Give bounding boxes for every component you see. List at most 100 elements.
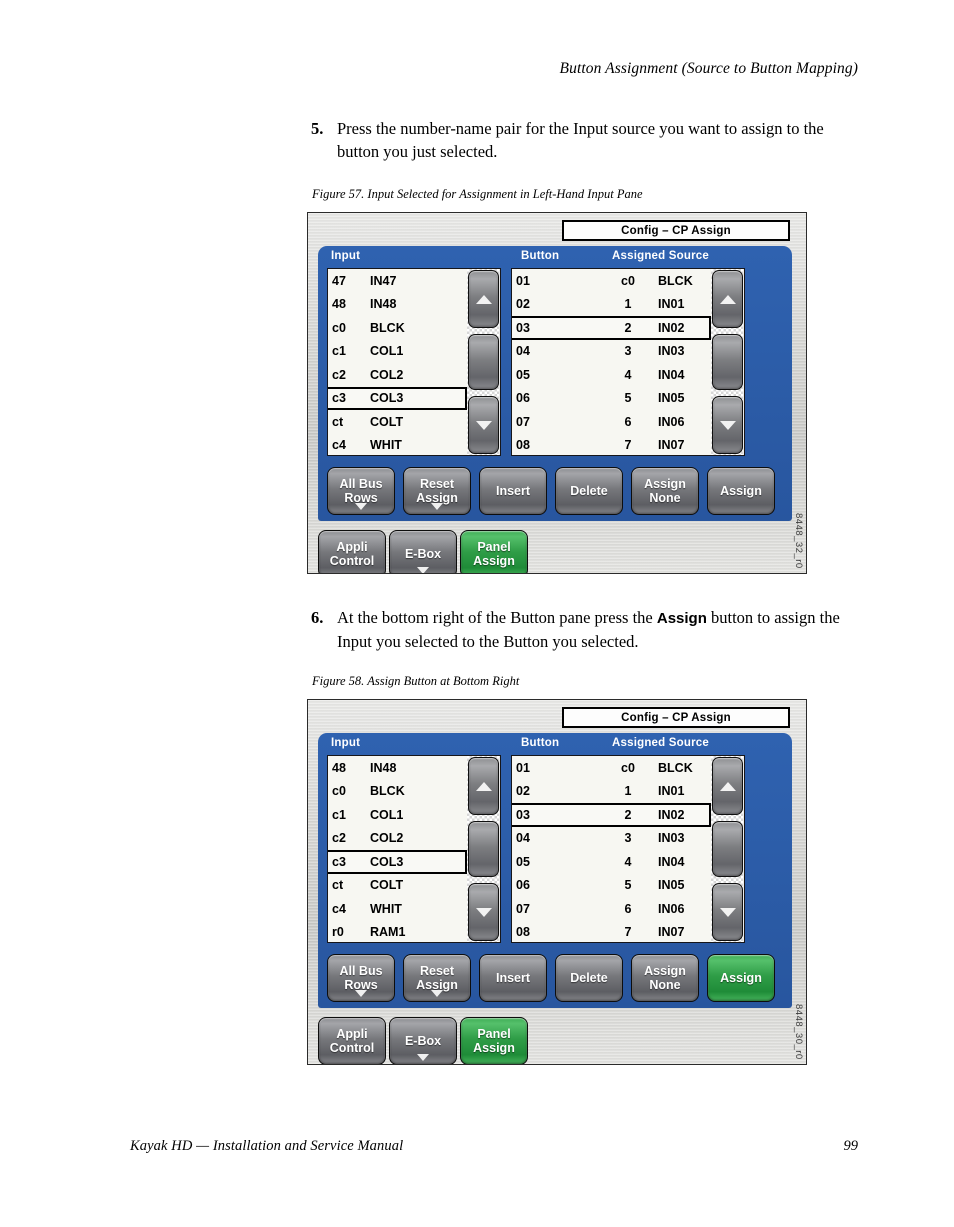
running-head: Button Assignment (Source to Button Mapp…	[559, 60, 858, 77]
triangle-up-icon	[475, 781, 492, 791]
soft-button-insert[interactable]: Insert	[479, 467, 547, 515]
button-list-row[interactable]: 07 6 IN06	[512, 897, 711, 921]
input-list-row[interactable]: c0 BLCK	[328, 316, 467, 340]
input-scrollbar[interactable]	[467, 268, 501, 456]
button-list-row[interactable]: 03 2 IN02	[512, 316, 711, 340]
button-list-row[interactable]: 01 c0 BLCK	[512, 756, 711, 780]
app-button-panel-assign[interactable]: Panel Assign	[460, 1017, 528, 1064]
app-button-panel-assign[interactable]: Panel Assign	[460, 530, 528, 573]
assigned-source-name: IN03	[658, 344, 685, 359]
input-scroll-thumb[interactable]	[468, 334, 499, 390]
button-row-number: 07	[516, 901, 530, 916]
button-scrollbar[interactable]	[711, 268, 745, 456]
soft-button-assign[interactable]: Assign	[707, 954, 775, 1002]
button-list-row[interactable]: 08 7 IN07	[512, 921, 711, 943]
input-row-number: c3	[332, 391, 346, 406]
input-list-row[interactable]: c4 WHIT	[328, 434, 467, 456]
button-list-row[interactable]: 01 c0 BLCK	[512, 269, 711, 293]
soft-button-assign-none[interactable]: Assign None	[631, 954, 699, 1002]
button-list[interactable]: 01 c0 BLCK 02 1 IN01 03 2 IN02 04 3 IN03 05 4 IN04 06 5 I…	[511, 755, 711, 943]
button-list-row[interactable]: 05 4 IN04	[512, 363, 711, 387]
cp-assign-blue-pane: Input Button Assigned Source 47 IN47 48 IN4…	[318, 246, 792, 521]
button-label-line1: Assign	[720, 970, 762, 985]
figure-57-id: 8448_32_r0	[793, 513, 804, 569]
assigned-source-number: 7	[624, 438, 632, 453]
triangle-down-icon	[475, 907, 492, 917]
button-list-row[interactable]: 08 7 IN07	[512, 434, 711, 456]
caret-down-icon	[355, 990, 367, 997]
input-list-row[interactable]: c2 COL2	[328, 827, 467, 851]
input-list-row[interactable]: 48 IN48	[328, 756, 467, 780]
input-list[interactable]: 48 IN48 c0 BLCK c1 COL1 c2 COL2 c3 COL3 ct COLT c4 WH…	[327, 755, 467, 943]
assigned-source-name: IN03	[658, 831, 685, 846]
soft-button-delete[interactable]: Delete	[555, 467, 623, 515]
soft-button-all-bus-rows[interactable]: All Bus Rows	[327, 467, 395, 515]
input-list-row[interactable]: r0 RAM1	[328, 921, 467, 943]
input-list-row[interactable]: ct COLT	[328, 874, 467, 898]
input-list-row[interactable]: c0 BLCK	[328, 780, 467, 804]
soft-button-reset-assign[interactable]: Reset Assign	[403, 467, 471, 515]
button-label-line2: None	[649, 491, 681, 505]
input-scroll-up-button[interactable]	[468, 757, 499, 815]
pane-headers: Input Button Assigned Source	[318, 246, 792, 265]
soft-button-insert[interactable]: Insert	[479, 954, 547, 1002]
input-row-name: RAM1	[370, 925, 406, 940]
button-list-row[interactable]: 07 6 IN06	[512, 410, 711, 434]
soft-button-reset-assign[interactable]: Reset Assign	[403, 954, 471, 1002]
assigned-source-number: 3	[624, 344, 632, 359]
button-label-line2: Control	[329, 1041, 375, 1055]
button-list[interactable]: 01 c0 BLCK 02 1 IN01 03 2 IN02 04 3 IN03 05 4 IN04 06 5 I…	[511, 268, 711, 456]
app-button-e-box[interactable]: E-Box	[389, 1017, 457, 1064]
input-scroll-down-button[interactable]	[468, 883, 499, 941]
app-button-e-box[interactable]: E-Box	[389, 530, 457, 573]
button-list-row[interactable]: 03 2 IN02	[512, 803, 711, 827]
button-row-number: 04	[516, 831, 530, 846]
soft-button-assign[interactable]: Assign	[707, 467, 775, 515]
button-scroll-thumb[interactable]	[712, 334, 743, 390]
figure-58-id: 8448_30_r0	[793, 1004, 804, 1060]
button-pane-header: Button	[521, 250, 560, 262]
button-scroll-up-button[interactable]	[712, 270, 743, 328]
caret-down-icon	[431, 990, 443, 997]
assigned-source-number: 2	[624, 807, 632, 822]
button-list-row[interactable]: 02 1 IN01	[512, 780, 711, 804]
button-list-row[interactable]: 04 3 IN03	[512, 340, 711, 364]
input-scrollbar[interactable]	[467, 755, 501, 943]
button-scrollbar[interactable]	[711, 755, 745, 943]
figure-58-panel: Config – CP Assign Input Button Assigned…	[307, 699, 807, 1065]
button-list-row[interactable]: 04 3 IN03	[512, 827, 711, 851]
button-scroll-down-button[interactable]	[712, 396, 743, 454]
input-list-row[interactable]: c3 COL3	[328, 386, 467, 410]
input-list-row[interactable]: c1 COL1	[328, 340, 467, 364]
soft-button-assign-none[interactable]: Assign None	[631, 467, 699, 515]
assigned-source-name: IN06	[658, 414, 685, 429]
input-list-column: 48 IN48 c0 BLCK c1 COL1 c2 COL2 c3 COL3 ct COLT c4 WH…	[327, 755, 501, 943]
input-list-row[interactable]: 48 IN48	[328, 293, 467, 317]
soft-button-all-bus-rows[interactable]: All Bus Rows	[327, 954, 395, 1002]
input-list-row[interactable]: c3 COL3	[328, 850, 467, 874]
input-list-row[interactable]: 47 IN47	[328, 269, 467, 293]
button-list-row[interactable]: 02 1 IN01	[512, 293, 711, 317]
button-scroll-thumb[interactable]	[712, 821, 743, 877]
button-scroll-up-button[interactable]	[712, 757, 743, 815]
button-list-row[interactable]: 05 4 IN04	[512, 850, 711, 874]
input-list-row[interactable]: c1 COL1	[328, 803, 467, 827]
soft-button-delete[interactable]: Delete	[555, 954, 623, 1002]
button-scroll-down-button[interactable]	[712, 883, 743, 941]
input-scroll-down-button[interactable]	[468, 396, 499, 454]
assigned-source-name: IN05	[658, 878, 685, 893]
input-list[interactable]: 47 IN47 48 IN48 c0 BLCK c1 COL1 c2 COL2 c3 COL3 ct CO…	[327, 268, 467, 456]
input-list-row[interactable]: c4 WHIT	[328, 897, 467, 921]
button-list-row[interactable]: 06 5 IN05	[512, 387, 711, 411]
app-button-appli-control[interactable]: Appli Control	[318, 1017, 386, 1064]
input-list-row[interactable]: c2 COL2	[328, 363, 467, 387]
button-list-row[interactable]: 06 5 IN05	[512, 874, 711, 898]
input-scroll-up-button[interactable]	[468, 270, 499, 328]
footer-manual-title: Kayak HD — Installation and Service Manu…	[130, 1138, 404, 1154]
button-row-number: 02	[516, 784, 530, 799]
lists-container: 48 IN48 c0 BLCK c1 COL1 c2 COL2 c3 COL3 ct COLT c4 WH…	[327, 755, 783, 943]
assigned-source-name: IN01	[658, 784, 685, 799]
input-list-row[interactable]: ct COLT	[328, 410, 467, 434]
app-button-appli-control[interactable]: Appli Control	[318, 530, 386, 573]
input-scroll-thumb[interactable]	[468, 821, 499, 877]
